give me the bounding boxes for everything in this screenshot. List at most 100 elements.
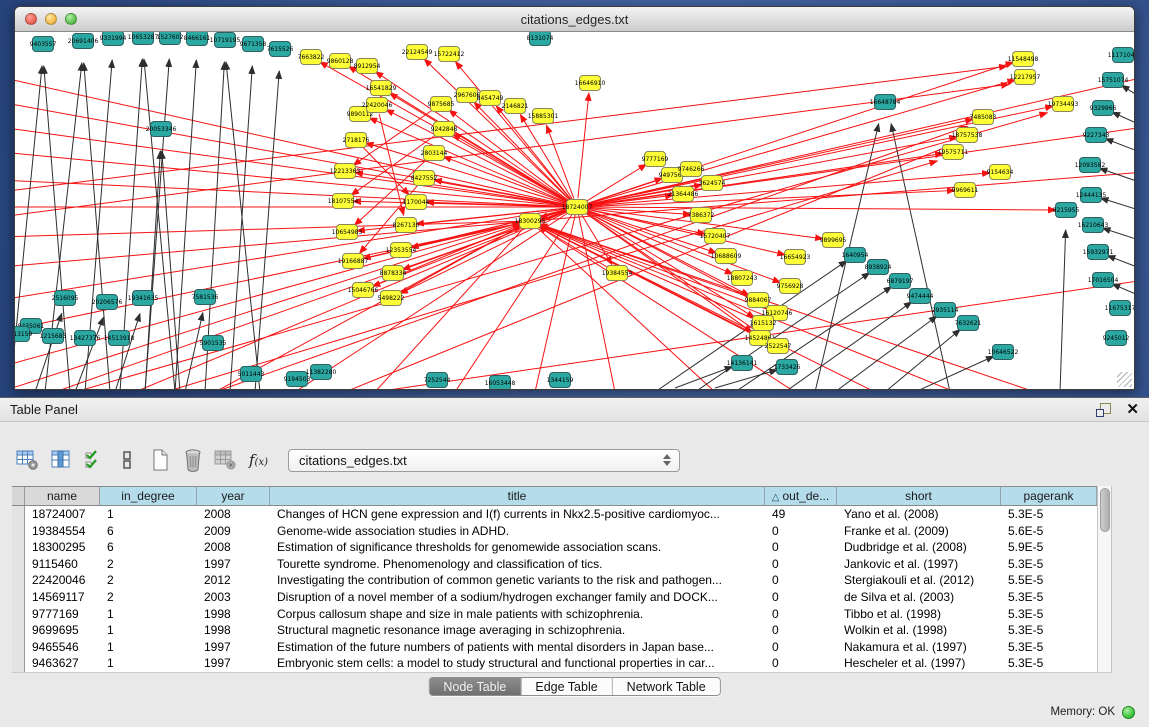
row-height-icon[interactable] bbox=[113, 445, 140, 475]
graph-edge[interactable] bbox=[1121, 85, 1134, 100]
graph-node[interactable]: 11171045 bbox=[1108, 48, 1134, 63]
graph-node[interactable]: 5011443 bbox=[238, 367, 265, 382]
graph-node[interactable]: 18807243 bbox=[727, 271, 758, 286]
cell-name[interactable]: 9115460 bbox=[25, 556, 100, 573]
graph-node[interactable]: 22124549 bbox=[402, 45, 433, 60]
graph-edge[interactable] bbox=[230, 66, 252, 389]
table-row[interactable]: 1938455462009Genome-wide association stu… bbox=[12, 523, 1112, 540]
cell-pagerank[interactable]: 5.5E-5 bbox=[1001, 572, 1097, 589]
float-panel-icon[interactable] bbox=[1096, 403, 1112, 417]
graph-node[interactable]: 7485083 bbox=[970, 110, 997, 125]
cell-year[interactable]: 2012 bbox=[197, 572, 270, 589]
cell-title[interactable]: Disruption of a novel member of a sodium… bbox=[270, 589, 765, 606]
graph-edge[interactable] bbox=[75, 317, 103, 389]
cell-out_degree[interactable]: 0 bbox=[765, 655, 837, 672]
graph-node[interactable]: 11382280 bbox=[306, 365, 337, 380]
graph-node[interactable]: 20206576 bbox=[92, 295, 123, 310]
graph-node[interactable]: 15751074 bbox=[1098, 73, 1129, 88]
graph-node[interactable]: 19341635 bbox=[128, 291, 159, 306]
graph-edge[interactable] bbox=[115, 314, 140, 389]
graph-node[interactable]: 21364486 bbox=[668, 187, 699, 202]
graph-edge[interactable] bbox=[915, 356, 994, 389]
cell-title[interactable]: Changes of HCN gene expression and I(f) … bbox=[270, 506, 765, 523]
cell-title[interactable]: Structural magnetic resonance image aver… bbox=[270, 622, 765, 639]
window-titlebar[interactable]: citations_edges.txt bbox=[15, 7, 1134, 32]
graph-edge[interactable] bbox=[1112, 284, 1134, 298]
graph-node[interactable]: 9671358 bbox=[240, 37, 267, 52]
graph-edge[interactable] bbox=[1112, 112, 1134, 127]
graph-node[interactable]: 2516095 bbox=[52, 291, 79, 306]
graph-node[interactable]: 10719195 bbox=[210, 33, 241, 48]
graph-edge[interactable] bbox=[891, 124, 950, 389]
cell-name[interactable]: 22420046 bbox=[25, 572, 100, 589]
cell-in_degree[interactable]: 1 bbox=[100, 639, 197, 656]
graph-edge[interactable] bbox=[586, 208, 691, 215]
function-builder-icon[interactable]: f(x) bbox=[245, 445, 272, 475]
select-rows-icon[interactable] bbox=[80, 445, 107, 475]
graph-edge[interactable] bbox=[15, 221, 530, 237]
cell-title[interactable]: Embryonic stem cells: a model to study s… bbox=[270, 655, 765, 672]
cell-name[interactable]: 18724007 bbox=[25, 506, 100, 523]
graph-edge[interactable] bbox=[530, 172, 1134, 221]
cell-in_degree[interactable]: 1 bbox=[100, 506, 197, 523]
graph-node[interactable]: 15932971 bbox=[1083, 245, 1114, 260]
cell-short[interactable]: de Silva et al. (2003) bbox=[837, 589, 1001, 606]
cell-year[interactable]: 1997 bbox=[197, 655, 270, 672]
graph-node[interactable]: 19166887 bbox=[338, 254, 369, 269]
cell-out_degree[interactable]: 0 bbox=[765, 523, 837, 540]
table-row[interactable]: 1456911722003Disruption of a novel membe… bbox=[12, 589, 1112, 606]
cell-pagerank[interactable]: 5.9E-5 bbox=[1001, 539, 1097, 556]
cell-year[interactable]: 1998 bbox=[197, 606, 270, 623]
cell-in_degree[interactable]: 6 bbox=[100, 539, 197, 556]
graph-node[interactable]: 17016504 bbox=[1088, 273, 1119, 288]
table-selector-dropdown[interactable]: citations_edges.txt bbox=[288, 449, 680, 472]
graph-node[interactable]: 1615132 bbox=[750, 316, 777, 331]
graph-node[interactable]: 9875685 bbox=[428, 97, 455, 112]
graph-node[interactable]: 15885301 bbox=[528, 109, 559, 124]
graph-node[interactable]: 13427376 bbox=[70, 331, 101, 346]
cell-short[interactable]: Nakamura et al. (1997) bbox=[837, 639, 1001, 656]
cell-name[interactable]: 9699695 bbox=[25, 622, 100, 639]
graph-node[interactable]: 18724007 bbox=[562, 200, 593, 215]
cell-title[interactable]: Corpus callosum shape and size in male p… bbox=[270, 606, 765, 623]
table-scrollbar[interactable] bbox=[1097, 486, 1112, 672]
table-row[interactable]: 1872400712008Changes of HCN gene express… bbox=[12, 506, 1112, 523]
graph-node[interactable]: 8267130 bbox=[393, 218, 420, 233]
graph-edge[interactable] bbox=[1103, 228, 1134, 242]
graph-node[interactable]: 12213363 bbox=[330, 164, 361, 179]
graph-edge[interactable] bbox=[185, 313, 203, 389]
cell-pagerank[interactable]: 5.3E-5 bbox=[1001, 655, 1097, 672]
graph-node[interactable]: 9331994 bbox=[100, 32, 127, 46]
graph-node[interactable]: 8454749 bbox=[477, 91, 504, 106]
graph-node[interactable]: 2718176 bbox=[343, 133, 370, 148]
graph-edge[interactable] bbox=[835, 316, 937, 389]
graph-node[interactable]: 9242848 bbox=[431, 122, 458, 137]
cell-short[interactable]: Stergiakouli et al. (2012) bbox=[837, 572, 1001, 589]
graph-node[interactable]: 8131074 bbox=[527, 32, 554, 46]
graph-node[interactable]: 10646522 bbox=[988, 345, 1019, 360]
graph-node[interactable]: 5498222 bbox=[378, 291, 405, 306]
graph-node[interactable]: 12217957 bbox=[1010, 70, 1041, 85]
cell-short[interactable]: Dudbridge et al. (2008) bbox=[837, 539, 1001, 556]
cell-out_degree[interactable]: 49 bbox=[765, 506, 837, 523]
graph-node[interactable]: 16210643 bbox=[1078, 218, 1109, 233]
cell-in_degree[interactable]: 2 bbox=[100, 556, 197, 573]
column-header-in_degree[interactable]: in_degree bbox=[100, 487, 197, 505]
column-header-name[interactable]: name bbox=[25, 487, 100, 505]
graph-node[interactable]: 7663822 bbox=[298, 50, 325, 65]
cell-out_degree[interactable]: 0 bbox=[765, 539, 837, 556]
graph-node[interactable]: 1215683 bbox=[40, 329, 67, 344]
cell-name[interactable]: 9777169 bbox=[25, 606, 100, 623]
graph-node[interactable]: 1733426 bbox=[774, 360, 801, 375]
graph-node[interactable]: 9756928 bbox=[777, 279, 804, 294]
cell-title[interactable]: Investigating the contribution of common… bbox=[270, 572, 765, 589]
graph-node[interactable]: 8427552 bbox=[411, 171, 438, 186]
cell-short[interactable]: Yano et al. (2008) bbox=[837, 506, 1001, 523]
graph-node[interactable]: 8938924 bbox=[865, 260, 892, 275]
graph-edge[interactable] bbox=[675, 366, 733, 388]
cell-pagerank[interactable]: 5.3E-5 bbox=[1001, 606, 1097, 623]
graph-node[interactable]: 9329966 bbox=[1090, 101, 1117, 116]
graph-edge[interactable] bbox=[585, 212, 755, 318]
table-options-icon[interactable] bbox=[14, 445, 41, 475]
network-canvas[interactable]: 9403557206914069331994106532871527602846… bbox=[15, 32, 1134, 389]
